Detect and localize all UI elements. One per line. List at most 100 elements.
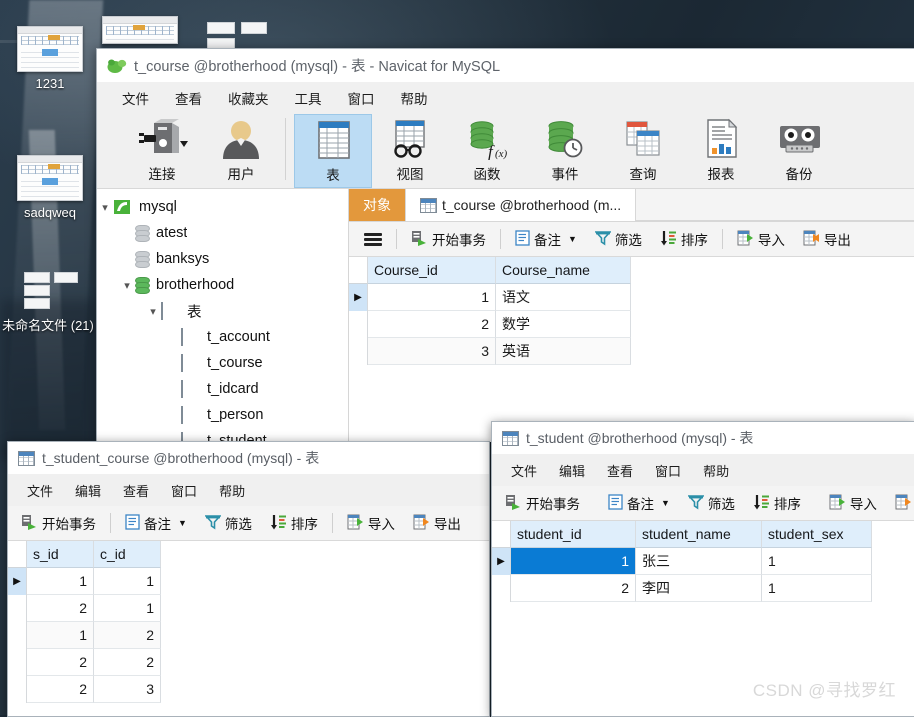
cell-s-id[interactable]: 2 xyxy=(27,649,94,676)
tab-t-course[interactable]: t_course @brotherhood (m... xyxy=(405,189,637,221)
export-button[interactable]: 导出 xyxy=(794,225,860,253)
toolbar-button-user[interactable]: 用户 xyxy=(205,114,277,186)
grid-menu-button[interactable] xyxy=(355,225,391,253)
cell-course-name[interactable]: 英语 xyxy=(496,338,631,365)
menu-item-view[interactable]: 查看 xyxy=(112,478,160,503)
object-tree[interactable]: ▾ mysql atest banksys ▾ brotherhood ▾ 表 … xyxy=(97,189,349,442)
tree-item-mysql[interactable]: ▾ mysql xyxy=(97,194,348,220)
toolbar-button-query[interactable]: 查询 xyxy=(604,114,682,186)
menu-item-window[interactable]: 窗口 xyxy=(335,84,388,112)
begin-transaction-button[interactable]: 开始事务 xyxy=(496,489,589,517)
tree-item-banksys[interactable]: banksys xyxy=(97,246,348,272)
tree-item-t-course[interactable]: t_course xyxy=(97,350,348,376)
sort-button[interactable]: 排序 xyxy=(261,509,327,537)
filter-button[interactable]: 筛选 xyxy=(196,509,261,537)
grid-column-header-course-id[interactable]: Course_id xyxy=(368,257,496,284)
table-row[interactable]: ▶ 1 语文 xyxy=(349,284,914,311)
menu-item-view[interactable]: 查看 xyxy=(596,458,644,483)
cell-course-id[interactable]: 3 xyxy=(368,338,496,365)
course-data-grid[interactable]: Course_id Course_name ▶ 1 语文 2 数学 3 英语 xyxy=(349,257,914,442)
menu-item-edit[interactable]: 编辑 xyxy=(64,478,112,503)
grid-column-header-c-id[interactable]: c_id xyxy=(94,541,161,568)
menu-item-help[interactable]: 帮助 xyxy=(388,84,441,112)
cell-s-id[interactable]: 1 xyxy=(27,622,94,649)
table-row[interactable]: 1 2 xyxy=(8,622,489,649)
student-course-data-grid[interactable]: s_id c_id ▶ 1 1 2 1 1 2 2 2 2 3 xyxy=(8,541,489,703)
toolbar-button-table[interactable]: 表 xyxy=(294,114,372,188)
chevron-down-icon[interactable]: ▾ xyxy=(145,305,161,318)
table-row[interactable]: 2 李四 1 xyxy=(492,575,914,602)
desktop-icon-sadqweq[interactable]: sadqweq xyxy=(4,155,96,220)
cell-c-id[interactable]: 3 xyxy=(94,676,161,703)
cell-c-id[interactable]: 1 xyxy=(94,595,161,622)
toolbar-button-view[interactable]: 视图 xyxy=(372,114,448,186)
student-course-titlebar[interactable]: t_student_course @brotherhood (mysql) - … xyxy=(8,442,489,474)
tree-item-brotherhood[interactable]: ▾ brotherhood xyxy=(97,272,348,298)
cell-s-id[interactable]: 1 xyxy=(27,568,94,595)
cell-course-name[interactable]: 数学 xyxy=(496,311,631,338)
sort-button[interactable]: 排序 xyxy=(744,489,810,517)
import-button[interactable]: 导入 xyxy=(338,509,404,537)
grid-column-header-course-name[interactable]: Course_name xyxy=(496,257,631,284)
note-button[interactable]: 备注 ▼ xyxy=(506,225,586,253)
begin-transaction-button[interactable]: 开始事务 xyxy=(402,225,495,253)
tree-item-tables-folder[interactable]: ▾ 表 xyxy=(97,298,348,324)
cell-c-id[interactable]: 2 xyxy=(94,622,161,649)
chevron-down-icon[interactable]: ▾ xyxy=(97,201,113,214)
tab-objects[interactable]: 对象 xyxy=(349,189,405,221)
chevron-down-icon[interactable]: ▾ xyxy=(119,279,135,292)
filter-button[interactable]: 筛选 xyxy=(679,489,744,517)
menu-item-help[interactable]: 帮助 xyxy=(692,458,740,483)
tree-item-t-student[interactable]: t_student xyxy=(97,428,348,442)
table-row[interactable]: 2 3 xyxy=(8,676,489,703)
table-row[interactable]: 2 1 xyxy=(8,595,489,622)
cell-student-id[interactable]: 1 xyxy=(511,548,636,575)
toolbar-button-report[interactable]: 报表 xyxy=(682,114,760,186)
cell-student-name[interactable]: 李四 xyxy=(636,575,762,602)
chevron-down-icon[interactable]: ▼ xyxy=(178,518,187,528)
menu-item-tools[interactable]: 工具 xyxy=(282,84,335,112)
cell-student-sex[interactable]: 1 xyxy=(762,575,872,602)
export-button[interactable]: 导出 xyxy=(886,489,914,517)
menu-item-help[interactable]: 帮助 xyxy=(208,478,256,503)
cell-c-id[interactable]: 1 xyxy=(94,568,161,595)
toolbar-button-backup[interactable]: 备份 xyxy=(760,114,838,186)
grid-column-header-student-name[interactable]: student_name xyxy=(636,521,762,548)
menu-item-file[interactable]: 文件 xyxy=(109,84,162,112)
grid-column-header-student-sex[interactable]: student_sex xyxy=(762,521,872,548)
table-row[interactable]: ▶ 1 张三 1 xyxy=(492,548,914,575)
table-row[interactable]: 3 英语 xyxy=(349,338,914,365)
chevron-down-icon[interactable]: ▼ xyxy=(661,498,670,508)
cell-student-id[interactable]: 2 xyxy=(511,575,636,602)
chevron-down-icon[interactable]: ▼ xyxy=(568,234,577,244)
tree-item-t-idcard[interactable]: t_idcard xyxy=(97,376,348,402)
cell-student-name[interactable]: 张三 xyxy=(636,548,762,575)
export-button[interactable]: 导出 xyxy=(404,509,470,537)
note-button[interactable]: 备注 ▼ xyxy=(116,509,196,537)
menu-item-file[interactable]: 文件 xyxy=(500,458,548,483)
import-button[interactable]: 导入 xyxy=(728,225,794,253)
main-window-titlebar[interactable]: t_course @brotherhood (mysql) - 表 - Navi… xyxy=(97,49,914,82)
tree-item-t-person[interactable]: t_person xyxy=(97,402,348,428)
desktop-icon-untitled-file[interactable]: 未命名文件 (21) xyxy=(0,270,96,333)
cell-s-id[interactable]: 2 xyxy=(27,676,94,703)
table-row[interactable]: ▶ 1 1 xyxy=(8,568,489,595)
menu-item-window[interactable]: 窗口 xyxy=(644,458,692,483)
cell-course-name[interactable]: 语文 xyxy=(496,284,631,311)
filter-button[interactable]: 筛选 xyxy=(586,225,651,253)
begin-transaction-button[interactable]: 开始事务 xyxy=(12,509,105,537)
cell-course-id[interactable]: 2 xyxy=(368,311,496,338)
menu-item-window[interactable]: 窗口 xyxy=(160,478,208,503)
menu-item-favorites[interactable]: 收藏夹 xyxy=(215,84,282,112)
menu-item-file[interactable]: 文件 xyxy=(16,478,64,503)
tree-item-atest[interactable]: atest xyxy=(97,220,348,246)
menu-item-view[interactable]: 查看 xyxy=(162,84,215,112)
grid-column-header-s-id[interactable]: s_id xyxy=(27,541,94,568)
toolbar-button-connection[interactable]: 连接 xyxy=(119,114,205,186)
sort-button[interactable]: 排序 xyxy=(651,225,717,253)
desktop-icon-1231[interactable]: 1231 xyxy=(4,26,96,91)
student-titlebar[interactable]: t_student @brotherhood (mysql) - 表 xyxy=(492,422,914,454)
desktop-icon-partial[interactable] xyxy=(102,16,178,48)
toolbar-button-event[interactable]: 事件 xyxy=(526,114,604,186)
student-data-grid[interactable]: student_id student_name student_sex ▶ 1 … xyxy=(492,521,914,602)
